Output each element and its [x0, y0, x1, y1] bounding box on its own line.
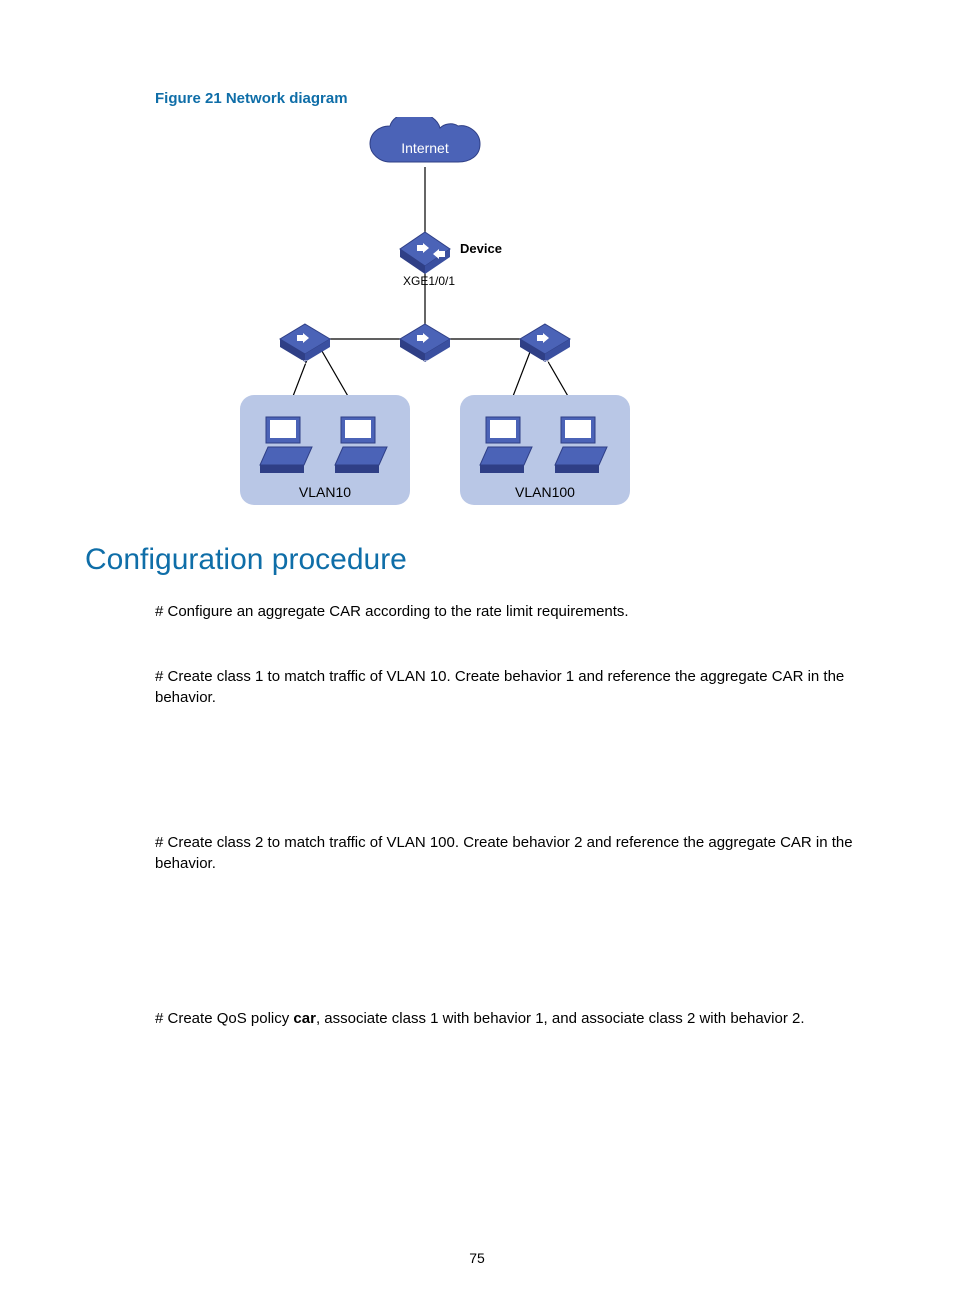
p4-pre: # Create QoS policy	[155, 1010, 293, 1027]
page-number: 75	[0, 1250, 954, 1266]
paragraph-2: # Create class 1 to match traffic of VLA…	[155, 666, 869, 708]
section-heading: Configuration procedure	[85, 543, 869, 577]
svg-text:SWITCH: SWITCH	[411, 360, 431, 366]
svg-text:SWITCH: SWITCH	[291, 360, 311, 366]
paragraph-3: # Create class 2 to match traffic of VLA…	[155, 832, 869, 874]
internet-label: Internet	[401, 140, 449, 156]
p4-post: , associate class 1 with behavior 1, and…	[316, 1010, 805, 1027]
svg-text:SWITCH: SWITCH	[531, 360, 551, 366]
mid-switch-left-icon: SWITCH	[280, 324, 330, 366]
port-label: XGE1/0/1	[403, 274, 455, 288]
network-diagram: Internet Device XGE1/0/1 SWITCH	[185, 117, 705, 517]
device-label: Device	[460, 241, 502, 256]
device-switch-icon	[400, 232, 450, 274]
paragraph-1: # Configure an aggregate CAR according t…	[155, 601, 869, 622]
figure-title: Figure 21 Network diagram	[155, 90, 869, 107]
internet-cloud-icon: Internet	[370, 117, 480, 162]
vlan-left-label: VLAN10	[299, 484, 351, 500]
p4-bold: car	[293, 1010, 316, 1027]
paragraph-4: # Create QoS policy car, associate class…	[155, 1008, 869, 1029]
vlan-right-label: VLAN100	[515, 484, 575, 500]
mid-switch-center-icon: SWITCH	[400, 324, 450, 366]
page: Figure 21 Network diagram Internet	[0, 0, 954, 1296]
